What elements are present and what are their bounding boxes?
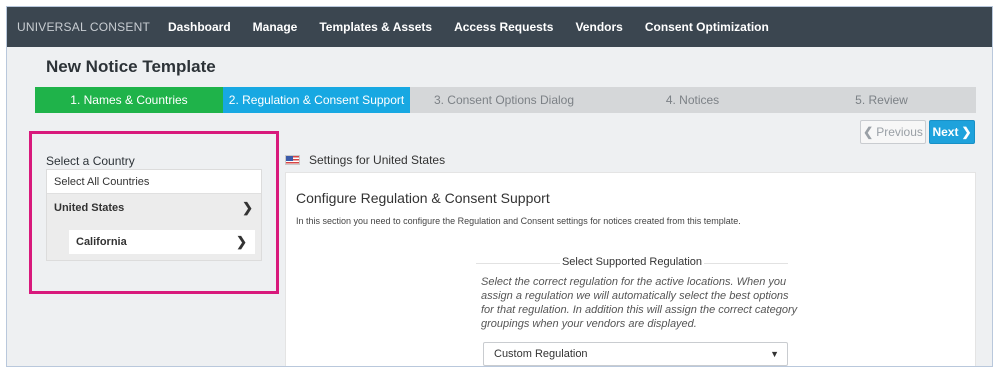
previous-button[interactable]: ❮ Previous bbox=[860, 120, 926, 144]
chevron-right-icon: ❯ bbox=[961, 125, 972, 139]
regulation-heading-group: Select Supported Regulation bbox=[476, 255, 788, 271]
settings-header: Settings for United States bbox=[285, 153, 445, 167]
nav-access-requests[interactable]: Access Requests bbox=[454, 20, 553, 34]
chevron-right-icon: ❯ bbox=[236, 234, 247, 249]
state-item-label: California bbox=[76, 236, 127, 248]
country-item-label: United States bbox=[54, 202, 125, 214]
chevron-left-icon: ❮ bbox=[863, 125, 874, 139]
chevron-right-icon: ❯ bbox=[242, 200, 253, 215]
regulation-description: Select the correct regulation for the ac… bbox=[481, 276, 798, 330]
select-all-countries[interactable]: Select All Countries bbox=[47, 170, 261, 194]
step-review[interactable]: 5. Review bbox=[787, 87, 976, 113]
step-notices[interactable]: 4. Notices bbox=[598, 87, 787, 113]
regulation-heading: Select Supported Regulation bbox=[561, 256, 703, 268]
top-navigation: UNIVERSAL CONSENT Dashboard Manage Templ… bbox=[7, 7, 992, 47]
previous-label: Previous bbox=[876, 125, 923, 139]
step-regulation-consent[interactable]: 2. Regulation & Consent Support bbox=[223, 87, 410, 113]
settings-header-label: Settings for United States bbox=[309, 153, 446, 167]
settings-panel: Configure Regulation & Consent Support I… bbox=[285, 172, 976, 366]
wizard-steps: 1. Names & Countries 2. Regulation & Con… bbox=[35, 87, 976, 113]
next-button[interactable]: Next ❯ bbox=[929, 120, 975, 144]
country-selector: Select All Countries United States ❯ Cal… bbox=[46, 169, 262, 261]
section-description: In this section you need to configure th… bbox=[296, 216, 741, 226]
divider bbox=[704, 263, 788, 264]
nav-consent-optimization[interactable]: Consent Optimization bbox=[645, 20, 769, 34]
nav-dashboard[interactable]: Dashboard bbox=[168, 20, 231, 34]
nav-vendors[interactable]: Vendors bbox=[575, 20, 622, 34]
step-consent-options[interactable]: 3. Consent Options Dialog bbox=[410, 87, 598, 113]
regulation-select-value: Custom Regulation bbox=[494, 348, 588, 360]
step-names-countries[interactable]: 1. Names & Countries bbox=[35, 87, 223, 113]
section-title: Configure Regulation & Consent Support bbox=[296, 190, 550, 206]
country-selector-label: Select a Country bbox=[46, 154, 135, 168]
us-flag-icon bbox=[285, 155, 300, 165]
country-item-united-states[interactable]: United States ❯ bbox=[47, 196, 261, 220]
page-title: New Notice Template bbox=[46, 57, 216, 76]
app-window: UNIVERSAL CONSENT Dashboard Manage Templ… bbox=[6, 6, 993, 367]
brand-label: UNIVERSAL CONSENT bbox=[17, 20, 150, 34]
regulation-select[interactable]: Custom Regulation ▼ bbox=[483, 342, 788, 366]
caret-down-icon: ▼ bbox=[770, 349, 779, 359]
state-item-california[interactable]: California ❯ bbox=[69, 230, 255, 254]
nav-templates-assets[interactable]: Templates & Assets bbox=[319, 20, 432, 34]
next-label: Next bbox=[932, 125, 959, 139]
nav-manage[interactable]: Manage bbox=[253, 20, 298, 34]
